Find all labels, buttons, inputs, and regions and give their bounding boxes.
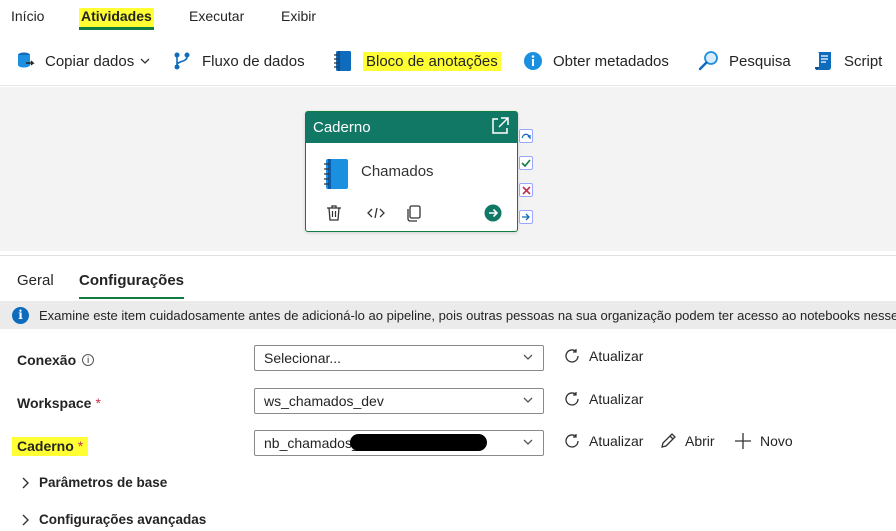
notebook-icon (332, 50, 354, 72)
tab-inicio[interactable]: Início (9, 8, 46, 25)
refresh-label: Atualizar (589, 391, 644, 407)
notebook-row: Caderno * nb_chamados_ Atualizar Abrir No… (0, 430, 896, 460)
tab-exibir[interactable]: Exibir (279, 8, 318, 25)
delete-icon[interactable] (324, 203, 344, 223)
advanced-settings-label: Configurações avançadas (39, 512, 207, 527)
activity-name: Chamados (361, 163, 434, 180)
connection-value: Selecionar... (264, 350, 342, 366)
pipeline-canvas[interactable]: Caderno Chamados (0, 87, 896, 251)
properties-tabs: Geral Configurações (0, 255, 896, 299)
skip-port-icon[interactable] (519, 129, 533, 143)
help-icon[interactable]: i (82, 354, 95, 366)
notebook-label: Caderno * (12, 437, 89, 456)
connection-label: Conexão i (17, 352, 95, 368)
open-notebook-button[interactable]: Abrir (659, 432, 715, 450)
open-label: Abrir (685, 433, 715, 449)
search-label: Pesquisa (729, 52, 791, 70)
fail-port-icon[interactable] (519, 183, 533, 197)
edit-pencil-icon (661, 433, 676, 448)
activities-toolbar: Copiar dados Fluxo de dados Bloco de ano… (0, 36, 896, 86)
base-parameters-label: Parâmetros de base (39, 475, 168, 490)
get-metadata-label: Obter metadados (553, 52, 669, 70)
chevron-down-icon (523, 354, 533, 360)
tab-executar[interactable]: Executar (187, 8, 246, 25)
notebook-icon (322, 158, 350, 193)
copy-data-label: Copiar dados (45, 52, 135, 70)
connection-row: Conexão i Selecionar... Atualizar (0, 345, 896, 375)
refresh-icon (565, 434, 579, 448)
new-notebook-button[interactable]: Novo (734, 432, 793, 450)
tab-atividades[interactable]: Atividades (79, 8, 154, 30)
refresh-icon (565, 392, 579, 406)
notebook-label-text: Caderno (17, 438, 74, 454)
tab-configuracoes[interactable]: Configurações (79, 272, 185, 299)
copy-icon[interactable] (404, 203, 424, 223)
advanced-settings-expander[interactable]: Configurações avançadas (20, 512, 206, 527)
chevron-right-icon (22, 514, 29, 525)
code-icon[interactable] (366, 203, 386, 223)
workspace-row: Workspace * ws_chamados_dev Atualizar (0, 388, 896, 418)
script-button[interactable]: Script (813, 48, 882, 74)
workspace-value: ws_chamados_dev (264, 393, 384, 409)
dataflow-icon (171, 50, 193, 72)
refresh-icon (565, 349, 579, 363)
search-button[interactable]: Pesquisa (698, 48, 791, 74)
open-external-icon[interactable] (490, 116, 510, 140)
completion-port-icon[interactable] (519, 210, 533, 224)
success-port-icon[interactable] (519, 156, 533, 170)
chevron-down-icon (523, 439, 533, 445)
notebook-button[interactable]: Bloco de anotações (332, 48, 501, 74)
script-icon (813, 50, 835, 72)
refresh-label: Atualizar (589, 433, 644, 449)
refresh-notebook-button[interactable]: Atualizar (563, 432, 643, 450)
notebook-value: nb_chamados_ (264, 435, 360, 451)
run-arrow-icon[interactable] (483, 203, 503, 223)
chevron-right-icon (22, 477, 29, 488)
redaction-mark (350, 434, 487, 451)
chevron-down-icon (140, 58, 150, 64)
get-metadata-button[interactable]: Obter metadados (522, 48, 669, 74)
required-marker: * (77, 438, 84, 454)
workspace-label: Workspace * (17, 395, 101, 411)
notebook-label: Bloco de anotações (363, 51, 501, 71)
copy-data-button[interactable]: Copiar dados (14, 48, 150, 74)
refresh-label: Atualizar (589, 348, 644, 364)
connection-select[interactable]: Selecionar... (254, 345, 544, 371)
info-icon (522, 50, 544, 72)
notebook-activity-card[interactable]: Caderno Chamados (305, 111, 518, 232)
new-label: Novo (760, 433, 793, 449)
plus-icon (735, 433, 751, 449)
script-label: Script (844, 52, 883, 70)
tab-geral[interactable]: Geral (17, 272, 54, 289)
copy-data-icon (14, 50, 36, 72)
workspace-label-text: Workspace (17, 395, 92, 411)
chevron-down-icon (523, 397, 533, 403)
dataflow-label: Fluxo de dados (202, 52, 305, 70)
activity-card-header: Caderno (306, 112, 517, 143)
activity-output-ports (519, 129, 533, 237)
workspace-select[interactable]: ws_chamados_dev (254, 388, 544, 414)
info-icon: i (12, 306, 29, 324)
search-icon (698, 50, 720, 72)
ribbon-tabs: Início Atividades Executar Exibir (0, 0, 896, 32)
info-message-bar: i Examine este item cuidadosamente antes… (0, 301, 896, 329)
activity-card-type: Caderno (313, 119, 371, 136)
dataflow-button[interactable]: Fluxo de dados (171, 48, 305, 74)
info-message-text: Examine este item cuidadosamente antes d… (39, 307, 896, 323)
connection-label-text: Conexão (17, 352, 77, 368)
base-parameters-expander[interactable]: Parâmetros de base (20, 475, 167, 490)
refresh-workspace-button[interactable]: Atualizar (563, 390, 643, 408)
refresh-connection-button[interactable]: Atualizar (563, 347, 643, 365)
required-marker: * (95, 395, 101, 411)
